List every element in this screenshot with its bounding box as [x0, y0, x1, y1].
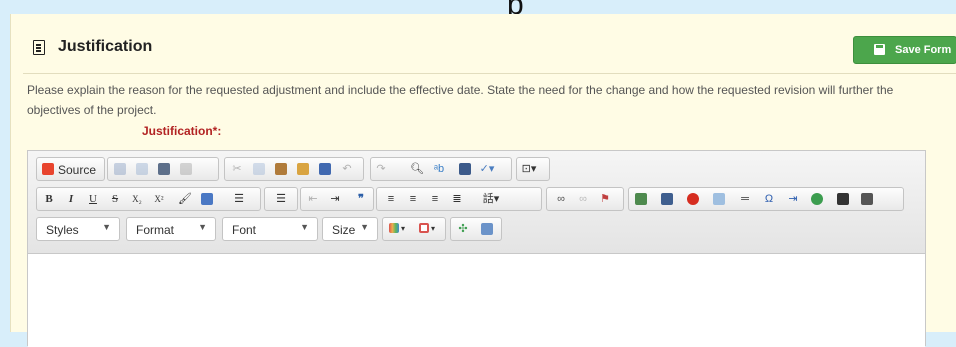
- toolbar-group-tools: ✣: [450, 217, 502, 241]
- spellcheck-icon[interactable]: ✓▾: [479, 161, 495, 177]
- toolbar-group-links: ∞ ∞ ⚑: [546, 187, 624, 211]
- chevron-down-icon: ▼: [198, 222, 207, 232]
- toolbar-group-page: [107, 157, 219, 181]
- font-dropdown[interactable]: Font ▼: [222, 217, 318, 241]
- floppy-disk-icon: [874, 44, 885, 55]
- source-icon[interactable]: [40, 161, 56, 177]
- templates-icon[interactable]: [178, 161, 194, 177]
- superscript-icon[interactable]: X²: [151, 191, 167, 207]
- toolbar-group-clipboard: ✂ ↶: [224, 157, 364, 181]
- justification-panel: Justification Save Form Please explain t…: [10, 14, 956, 347]
- language-icon[interactable]: ⊡▾: [521, 161, 537, 177]
- video-icon[interactable]: [835, 191, 851, 207]
- italic-icon[interactable]: I: [63, 191, 79, 207]
- horizontal-line-icon[interactable]: ═: [737, 191, 753, 207]
- bidi-icon[interactable]: 話▾: [479, 191, 503, 207]
- instructions-text: Please explain the reason for the reques…: [27, 83, 894, 117]
- format-dropdown[interactable]: Format ▼: [126, 217, 216, 241]
- copy-format-icon[interactable]: [199, 191, 215, 207]
- select-all-icon[interactable]: [457, 161, 473, 177]
- flash-icon[interactable]: [659, 191, 675, 207]
- chevron-down-icon: ▼: [102, 222, 111, 232]
- print-icon[interactable]: [156, 161, 172, 177]
- header-divider: [23, 73, 956, 74]
- document-icon: [33, 40, 45, 55]
- save-form-button[interactable]: Save Form: [853, 36, 956, 64]
- remove-format-icon[interactable]: 🖌︎: [177, 191, 193, 207]
- text-color-icon[interactable]: ▾: [387, 221, 411, 237]
- toolbar-group-insert: ═ Ω ⇥: [628, 187, 904, 211]
- bold-icon[interactable]: B: [41, 191, 57, 207]
- iframe-icon[interactable]: [809, 191, 825, 207]
- toolbar-group-editing: ↷ 🔍︎ ᵃb ✓▾: [370, 157, 512, 181]
- editor-toolbar: Source ✂ ↶ ↷ 🔍︎ ᵃb ✓▾ ⊡▾ B I U S X₂ X² 🖌…: [28, 151, 925, 254]
- table-icon[interactable]: [711, 191, 727, 207]
- size-dropdown[interactable]: Size ▼: [322, 217, 378, 241]
- justification-field-label: Justification*:: [142, 124, 222, 138]
- unlink-icon[interactable]: ∞: [575, 191, 591, 207]
- copy-icon[interactable]: [251, 161, 267, 177]
- redo-icon[interactable]: ↷: [373, 161, 389, 177]
- page-break-icon[interactable]: ⇥: [785, 191, 801, 207]
- page-header-fragment: p: [0, 0, 956, 21]
- align-left-icon[interactable]: ≡: [383, 191, 399, 207]
- numbered-list-icon[interactable]: ☰: [231, 191, 247, 207]
- paste-icon[interactable]: [273, 161, 289, 177]
- font-dropdown-label: Font: [232, 223, 257, 237]
- picture-icon[interactable]: [859, 191, 875, 207]
- flash-player-icon[interactable]: [685, 191, 701, 207]
- panel-header: Justification Save Form: [11, 14, 956, 66]
- bulleted-list-icon[interactable]: ☰: [273, 191, 289, 207]
- chevron-down-icon: ▼: [300, 222, 309, 232]
- toolbar-group-basicstyles: B I U S X₂ X² 🖌︎ ☰: [36, 187, 261, 211]
- decrease-indent-icon[interactable]: ⇤: [305, 191, 321, 207]
- increase-indent-icon[interactable]: ⇥: [327, 191, 343, 207]
- source-button-label[interactable]: Source: [58, 163, 96, 177]
- styles-dropdown-label: Styles: [46, 223, 79, 237]
- strikethrough-icon[interactable]: S: [107, 191, 123, 207]
- toolbar-group-indent: ⇤ ⇥ ❞: [300, 187, 374, 211]
- toolbar-group-align: ≡ ≡ ≡ ≣ 話▾: [376, 187, 542, 211]
- align-center-icon[interactable]: ≡: [405, 191, 421, 207]
- paste-text-icon[interactable]: [295, 161, 311, 177]
- blockquote-icon[interactable]: ❞: [353, 191, 369, 207]
- show-blocks-icon[interactable]: [479, 221, 495, 237]
- rich-text-editor: Source ✂ ↶ ↷ 🔍︎ ᵃb ✓▾ ⊡▾ B I U S X₂ X² 🖌…: [27, 150, 926, 347]
- cut-icon[interactable]: ✂: [229, 161, 245, 177]
- link-icon[interactable]: ∞: [553, 191, 569, 207]
- styles-dropdown[interactable]: Styles ▼: [36, 217, 120, 241]
- toolbar-group-colors: ▾ ▾: [382, 217, 446, 241]
- editor-content-area[interactable]: [28, 254, 925, 347]
- find-icon[interactable]: 🔍︎: [409, 161, 425, 177]
- subscript-icon[interactable]: X₂: [129, 191, 145, 207]
- panel-title: Justification: [58, 38, 153, 55]
- justify-icon[interactable]: ≣: [449, 191, 465, 207]
- toolbar-group-document: Source: [36, 157, 105, 181]
- paste-from-word-icon[interactable]: [317, 161, 333, 177]
- anchor-icon[interactable]: ⚑: [597, 191, 613, 207]
- toolbar-group-lists: ☰: [264, 187, 298, 211]
- align-right-icon[interactable]: ≡: [427, 191, 443, 207]
- new-page-icon[interactable]: [134, 161, 150, 177]
- chevron-down-icon: ▼: [360, 222, 369, 232]
- replace-icon[interactable]: ᵃb: [431, 161, 447, 177]
- background-color-icon[interactable]: ▾: [417, 221, 441, 237]
- save-document-icon[interactable]: [112, 161, 128, 177]
- size-dropdown-label: Size: [332, 223, 356, 237]
- undo-icon[interactable]: ↶: [339, 161, 355, 177]
- maximize-icon[interactable]: ✣: [455, 221, 471, 237]
- image-icon[interactable]: [633, 191, 649, 207]
- save-form-label: Save Form: [895, 44, 952, 56]
- format-dropdown-label: Format: [136, 223, 175, 237]
- special-char-icon[interactable]: Ω: [761, 191, 777, 207]
- underline-icon[interactable]: U: [85, 191, 101, 207]
- toolbar-group-lang: ⊡▾: [516, 157, 550, 181]
